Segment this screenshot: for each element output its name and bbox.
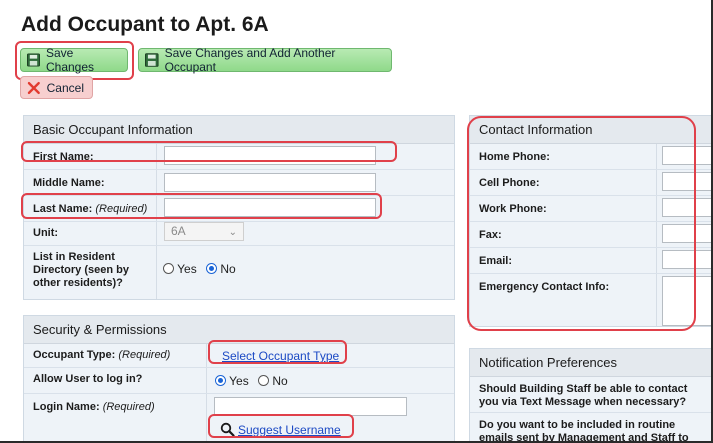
first-name-label: First Name: (33, 151, 94, 163)
first-name-row: First Name: (24, 144, 454, 170)
email-label: Email: (479, 255, 513, 267)
work-phone-input[interactable] (662, 198, 711, 217)
email-input[interactable] (662, 250, 711, 269)
x-icon (27, 81, 40, 94)
allow-login-radio-group: Yes No (215, 374, 294, 388)
directory-no-label: No (220, 262, 236, 276)
login-name-input[interactable] (214, 397, 407, 416)
suggest-username-label: Suggest Username (238, 422, 341, 437)
login-name-row: Login Name: (Required) Suggest Username (24, 394, 454, 441)
basic-info-panel: Basic Occupant Information First Name: M… (23, 115, 455, 300)
home-phone-input[interactable] (662, 146, 711, 165)
occupant-type-label: Occupant Type: (Required) (33, 349, 171, 361)
floppy-disk-icon (27, 53, 40, 67)
unit-label: Unit: (33, 227, 59, 239)
fax-label: Fax: (479, 229, 502, 241)
occupant-type-row: Occupant Type: (Required) Select Occupan… (24, 344, 454, 368)
home-phone-label: Home Phone: (479, 151, 550, 163)
cell-phone-label: Cell Phone: (479, 177, 540, 189)
directory-label: List in Resident Directory (seen by othe… (33, 251, 129, 289)
fax-input[interactable] (662, 224, 711, 243)
last-name-input[interactable] (164, 198, 376, 217)
middle-name-input[interactable] (164, 173, 376, 192)
fax-row: Fax: (470, 222, 711, 248)
routine-email-row: Do you want to be included in routine em… (470, 413, 711, 443)
emergency-textarea[interactable] (662, 276, 711, 326)
security-panel: Security & Permissions Occupant Type: (R… (23, 315, 455, 441)
login-name-label: Login Name: (Required) (33, 401, 155, 413)
work-phone-row: Work Phone: (470, 196, 711, 222)
basic-info-header: Basic Occupant Information (24, 116, 454, 144)
home-phone-row: Home Phone: (470, 144, 711, 170)
floppy-disk-icon (145, 53, 159, 67)
save-add-button-label: Save Changes and Add Another Occupant (164, 46, 336, 74)
first-name-input[interactable] (164, 146, 376, 165)
save-button[interactable]: Save Changes (20, 46, 128, 74)
email-row: Email: (470, 248, 711, 274)
unit-select-value: 6A (171, 224, 186, 238)
routine-email-question: Do you want to be included in routine em… (479, 419, 689, 443)
select-occupant-type-link[interactable]: Select Occupant Type (222, 349, 339, 363)
cell-phone-row: Cell Phone: (470, 170, 711, 196)
directory-row: List in Resident Directory (seen by othe… (24, 246, 454, 301)
magnifier-icon (220, 422, 235, 437)
cancel-button[interactable]: Cancel (20, 76, 93, 99)
app-window: Add Occupant to Apt. 6A Save Changes Sav… (0, 0, 713, 443)
cancel-button-label: Cancel (46, 80, 84, 95)
allow-login-label: Allow User to log in? (33, 373, 143, 385)
directory-yes-radio[interactable] (163, 263, 174, 274)
text-message-question: Should Building Staff be able to contact… (479, 383, 688, 408)
emergency-row: Emergency Contact Info: (470, 274, 711, 328)
last-name-row: Last Name: (Required) (24, 196, 454, 222)
save-add-another-button[interactable]: Save Changes and Add Another Occupant (138, 46, 392, 74)
page-title: Add Occupant to Apt. 6A (21, 13, 269, 36)
allow-login-no-radio[interactable] (258, 375, 270, 386)
contact-panel: Contact Information Home Phone: Cell Pho… (469, 115, 711, 328)
notifications-header: Notification Preferences (470, 349, 711, 377)
security-header: Security & Permissions (24, 316, 454, 344)
directory-radio-group: Yes No (163, 262, 242, 276)
directory-no-radio[interactable] (206, 263, 218, 274)
contact-header: Contact Information (470, 116, 711, 144)
middle-name-label: Middle Name: (33, 177, 105, 189)
unit-select[interactable]: 6A ⌄ (164, 222, 244, 241)
allow-login-yes-label: Yes (229, 374, 249, 388)
cell-phone-input[interactable] (662, 172, 711, 191)
save-button-label: Save Changes (45, 46, 95, 74)
directory-yes-label: Yes (177, 262, 197, 276)
allow-login-no-label: No (272, 374, 288, 388)
last-name-label: Last Name: (Required) (33, 203, 148, 215)
allow-login-yes-radio[interactable] (215, 375, 226, 386)
text-message-row: Should Building Staff be able to contact… (470, 377, 711, 413)
unit-row: Unit: 6A ⌄ (24, 222, 454, 246)
work-phone-label: Work Phone: (479, 203, 547, 215)
chevron-down-icon: ⌄ (228, 227, 237, 238)
emergency-label: Emergency Contact Info: (479, 281, 610, 293)
suggest-username-button[interactable]: Suggest Username (220, 422, 341, 437)
allow-login-row: Allow User to log in? Yes No (24, 368, 454, 394)
middle-name-row: Middle Name: (24, 170, 454, 196)
notifications-panel: Notification Preferences Should Building… (469, 348, 711, 443)
